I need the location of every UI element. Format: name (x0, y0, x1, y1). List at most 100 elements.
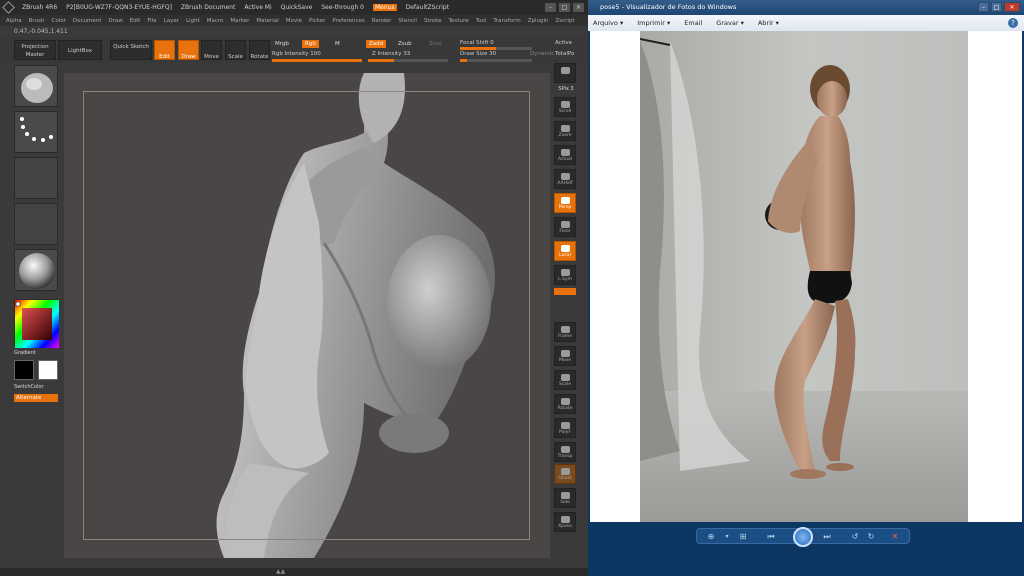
zadd-toggle[interactable]: Zadd (366, 40, 387, 48)
scroll-button[interactable]: Scroll (554, 97, 576, 117)
menu-movie[interactable]: Movie (286, 18, 302, 24)
local-button[interactable]: Local (554, 241, 576, 261)
menu-texture[interactable]: Texture (449, 18, 469, 24)
menu-gravar-label: Gravar (716, 19, 739, 27)
edit-mode-button[interactable]: Edit (154, 40, 175, 60)
zsub-toggle[interactable]: Zsub (395, 40, 415, 48)
rotate-mode-button[interactable]: Rotate (249, 40, 270, 60)
xpose-button[interactable]: Xpose (554, 512, 576, 532)
ghost-button[interactable]: Ghost (554, 464, 576, 484)
menu-transform[interactable]: Transform (493, 18, 520, 24)
previous-icon[interactable]: ⏮ (765, 532, 777, 541)
texture-thumbnail[interactable] (14, 203, 58, 245)
z-intensity-slider[interactable] (368, 59, 448, 62)
focal-shift-slider[interactable] (460, 47, 532, 50)
menu-abrir[interactable]: Abrir ▾ (758, 19, 779, 27)
menu-tool[interactable]: Tool (476, 18, 487, 24)
aahalf-button[interactable]: AAHalf (554, 169, 576, 189)
scale-mode-button[interactable]: Scale (225, 40, 246, 60)
maximize-icon[interactable]: □ (991, 2, 1002, 12)
mrgb-toggle[interactable]: Mrgb (272, 40, 292, 48)
rgb-toggle[interactable]: Rgb (302, 40, 319, 48)
zcut-toggle[interactable]: Zcut (426, 40, 444, 48)
minimize-icon[interactable]: – (978, 2, 989, 12)
menu-render[interactable]: Render (372, 18, 392, 24)
polyf-button[interactable]: PolyF (554, 418, 576, 438)
zoom-button[interactable]: Zoom (554, 121, 576, 141)
alpha-thumbnail[interactable] (14, 157, 58, 199)
switch-color-button[interactable]: SwitchColor (14, 384, 58, 390)
brush-thumbnail[interactable] (14, 65, 58, 107)
tray-toggle-icon[interactable]: ▲▲ (276, 568, 285, 575)
frame-button[interactable]: Frame (554, 322, 576, 342)
zoom-dropdown-icon[interactable]: ▾ (721, 532, 733, 541)
menu-imprimir[interactable]: Imprimir ▾ (637, 19, 670, 27)
actual-button[interactable]: Actual (554, 145, 576, 165)
default-zscript-button[interactable]: DefaultZScript (406, 4, 449, 11)
scale-view-button[interactable]: Scale (554, 370, 576, 390)
actual-size-icon[interactable]: ⊞ (737, 532, 749, 541)
menus-toggle[interactable]: Menus (373, 4, 397, 11)
zoom-icon[interactable]: ⊕ (705, 532, 717, 541)
rgb-intensity-slider[interactable] (272, 59, 362, 62)
minimize-icon[interactable]: – (545, 3, 556, 12)
menu-color[interactable]: Color (52, 18, 66, 24)
menu-file[interactable]: File (147, 18, 156, 24)
rotate-view-button[interactable]: Rotate (554, 394, 576, 414)
maximize-icon[interactable]: □ (559, 3, 570, 12)
menu-marker[interactable]: Marker (230, 18, 249, 24)
quicksave-button[interactable]: QuickSave (281, 4, 313, 11)
menu-picker[interactable]: Picker (309, 18, 325, 24)
menu-zscript[interactable]: Zscript (555, 18, 574, 24)
help-icon[interactable]: ? (1008, 18, 1018, 28)
main-color-swatch[interactable] (14, 360, 34, 380)
menu-arquivo[interactable]: Arquivo ▾ (593, 19, 623, 27)
persp-button[interactable]: Persp (554, 193, 576, 213)
bpr-button[interactable] (554, 63, 576, 83)
next-icon[interactable]: ⏭ (821, 532, 833, 541)
secondary-color-swatch[interactable] (38, 360, 58, 380)
menu-macro[interactable]: Macro (207, 18, 224, 24)
m-toggle[interactable]: M (332, 40, 343, 48)
menu-document[interactable]: Document (73, 18, 102, 24)
rotate-left-icon[interactable]: ↺ (849, 532, 861, 541)
see-through-slider[interactable]: See-through 0 (321, 4, 364, 11)
menu-edit[interactable]: Edit (130, 18, 141, 24)
menu-layer[interactable]: Layer (164, 18, 179, 24)
xyz-toggle[interactable] (554, 288, 576, 295)
rotate-right-icon[interactable]: ↻ (865, 532, 877, 541)
lightbox-button[interactable]: LightBox (58, 40, 102, 60)
menu-light[interactable]: Light (186, 18, 200, 24)
alternate-button[interactable]: Alternate (14, 394, 58, 402)
menu-alpha[interactable]: Alpha (6, 18, 22, 24)
close-icon[interactable]: × (573, 3, 584, 12)
material-thumbnail[interactable] (14, 249, 58, 291)
menu-zplugin[interactable]: Zplugin (528, 18, 549, 24)
draw-mode-button[interactable]: Draw (178, 40, 199, 60)
menu-email[interactable]: Email (684, 19, 702, 27)
solo-button[interactable]: Solo (554, 488, 576, 508)
slideshow-button[interactable] (793, 527, 813, 547)
quick-sketch-button[interactable]: Quick Sketch (110, 40, 152, 60)
menu-material[interactable]: Material (256, 18, 278, 24)
gradient-label[interactable]: Gradient (14, 350, 58, 356)
spix-label[interactable]: SPix 3 (552, 86, 580, 92)
move-mode-button[interactable]: Move (201, 40, 222, 60)
color-picker[interactable] (14, 299, 59, 348)
menu-preferences[interactable]: Preferences (332, 18, 364, 24)
dynamic-toggle[interactable]: Dynamic (530, 51, 554, 57)
move-view-button[interactable]: Move (554, 346, 576, 366)
menu-stencil[interactable]: Stencil (398, 18, 417, 24)
draw-size-slider[interactable] (460, 59, 532, 62)
menu-gravar[interactable]: Gravar ▾ (716, 19, 744, 27)
stroke-thumbnail[interactable] (14, 111, 58, 153)
menu-stroke[interactable]: Stroke (424, 18, 442, 24)
transp-button[interactable]: Transp (554, 442, 576, 462)
projection-master-button[interactable]: Projection Master (14, 40, 56, 60)
menu-draw[interactable]: Draw (108, 18, 122, 24)
delete-icon[interactable]: ✕ (889, 532, 901, 541)
floor-button[interactable]: Floor (554, 217, 576, 237)
close-icon[interactable]: ✕ (1004, 2, 1020, 12)
lsym-button[interactable]: L.Sym (554, 265, 576, 285)
menu-brush[interactable]: Brush (29, 18, 45, 24)
